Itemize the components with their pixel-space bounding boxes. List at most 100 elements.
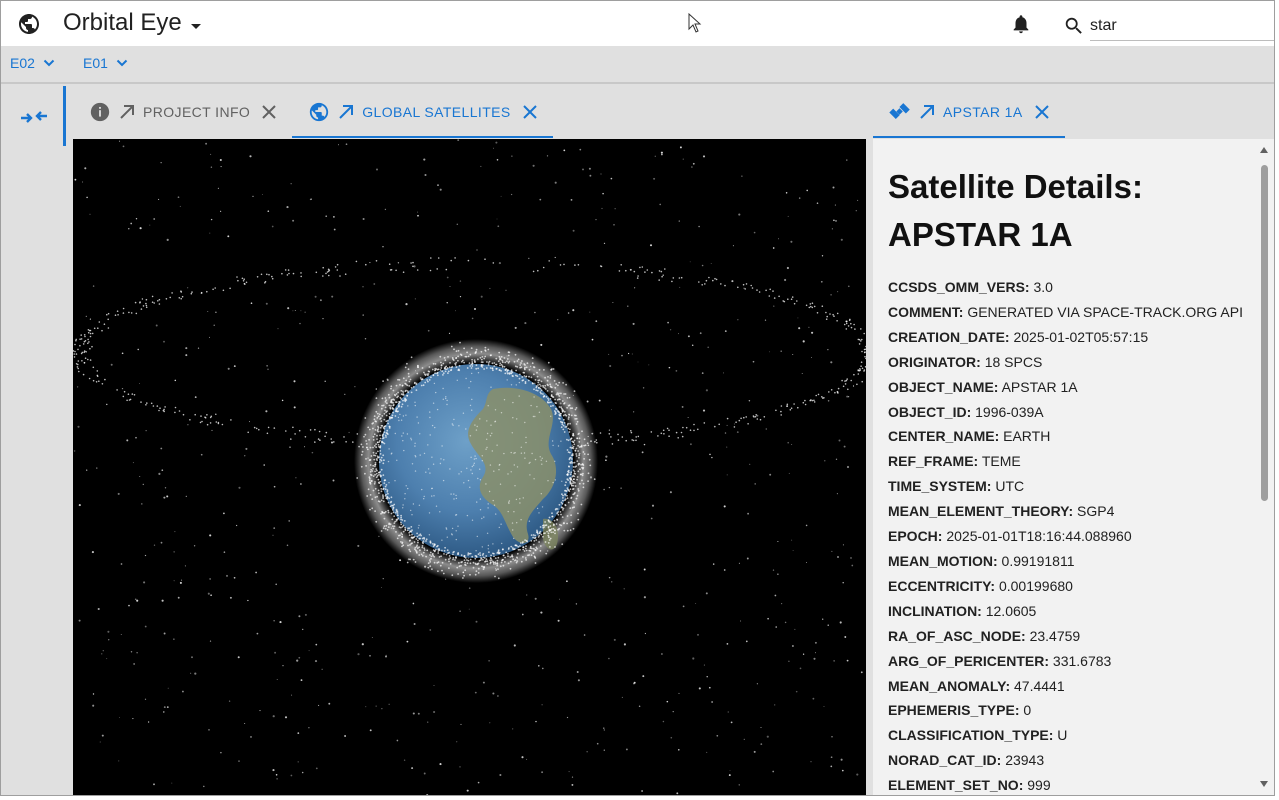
detail-value: EARTH: [999, 428, 1051, 445]
detail-value: 2025-01-02T05:57:15: [1009, 328, 1149, 345]
dropdown-e02[interactable]: E02: [10, 55, 55, 71]
scroll-thumb[interactable]: [1261, 165, 1268, 501]
detail-key: NORAD_CAT_ID:: [888, 752, 1002, 769]
detail-value: 18 SPCS: [980, 353, 1043, 370]
detail-row: CENTER_NAME: EARTH: [888, 424, 1253, 449]
notification-bell-icon[interactable]: [1010, 13, 1032, 35]
right-tab-bar: APSTAR 1A: [873, 86, 1065, 138]
vertical-scrollbar[interactable]: [1258, 143, 1268, 793]
detail-key: ELEMENT_SET_NO:: [888, 777, 1024, 794]
detail-value: APSTAR 1A: [998, 378, 1078, 395]
detail-row: ELEMENT_SET_NO: 999: [888, 773, 1253, 795]
chevron-down-icon: [116, 59, 128, 67]
detail-row: CLASSIFICATION_TYPE: U: [888, 723, 1253, 748]
right-panel: APSTAR 1A Satellite Details: APSTAR 1A C…: [873, 86, 1274, 795]
detail-value: 2025-01-01T18:16:44.088960: [942, 528, 1132, 545]
detail-key: INCLINATION:: [888, 602, 982, 619]
detail-row: MEAN_ELEMENT_THEORY: SGP4: [888, 499, 1253, 524]
dropdown-label: E01: [83, 55, 108, 71]
detail-row: ARG_OF_PERICENTER: 331.6783: [888, 649, 1253, 674]
detail-row: REF_FRAME: TEME: [888, 449, 1253, 474]
detail-row: EPHEMERIS_TYPE: 0: [888, 698, 1253, 723]
detail-key: EPHEMERIS_TYPE:: [888, 702, 1020, 719]
scroll-up-arrow-icon[interactable]: [1259, 145, 1269, 155]
close-icon[interactable]: [521, 103, 539, 121]
tab-global-satellites[interactable]: GLOBAL SATELLITES: [292, 86, 554, 138]
detail-key: OBJECT_ID:: [888, 403, 972, 420]
detail-key: MEAN_MOTION:: [888, 552, 998, 569]
detail-row: RA_OF_ASC_NODE: 23.4759: [888, 624, 1253, 649]
rail-accent-divider: [63, 86, 66, 146]
filter-bar: E02 E01: [1, 46, 1274, 84]
space-scene: [73, 139, 866, 795]
detail-value: 0: [1019, 702, 1032, 719]
detail-value: 1996-039A: [971, 403, 1044, 420]
top-app-bar: Orbital Eye: [1, 1, 1274, 46]
detail-key: ORIGINATOR:: [888, 353, 981, 370]
detail-value: U: [1053, 727, 1068, 744]
detail-row: TIME_SYSTEM: UTC: [888, 474, 1253, 499]
detail-key: CENTER_NAME:: [888, 428, 1000, 445]
detail-row: EPOCH: 2025-01-01T18:16:44.088960: [888, 524, 1253, 549]
detail-value: 0.99191811: [997, 552, 1075, 569]
tab-label: PROJECT INFO: [143, 104, 251, 120]
tab-label: APSTAR 1A: [943, 104, 1023, 120]
open-in-new-arrow-icon[interactable]: [336, 102, 356, 122]
detail-value: TEME: [978, 453, 1021, 470]
detail-value: 23.4759: [1025, 627, 1081, 644]
detail-row: COMMENT: GENERATED VIA SPACE-TRACK.ORG A…: [888, 300, 1253, 325]
app-title[interactable]: Orbital Eye: [63, 9, 182, 37]
detail-key: EPOCH:: [888, 528, 943, 545]
info-icon: [90, 102, 110, 122]
detail-key: MEAN_ELEMENT_THEORY:: [888, 503, 1074, 520]
detail-key: RA_OF_ASC_NODE:: [888, 627, 1026, 644]
detail-value: 12.0605: [981, 602, 1037, 619]
close-icon[interactable]: [260, 103, 278, 121]
search-input[interactable]: [1090, 11, 1274, 41]
app-window: Orbital Eye E02 E01: [0, 0, 1275, 796]
detail-key: OBJECT_NAME:: [888, 378, 999, 395]
detail-row: ECCENTRICITY: 0.00199680: [888, 574, 1253, 599]
globe-icon[interactable]: [17, 12, 41, 36]
open-in-new-arrow-icon[interactable]: [117, 102, 137, 122]
satellite-icon: [889, 103, 910, 120]
details-title: Satellite Details: APSTAR 1A: [888, 168, 1143, 253]
close-icon[interactable]: [1033, 103, 1051, 121]
details-field-list: CCSDS_OMM_VERS: 3.0 COMMENT: GENERATED VI…: [888, 275, 1253, 795]
detail-row: INCLINATION: 12.0605: [888, 599, 1253, 624]
dropdown-e01[interactable]: E01: [83, 55, 128, 71]
tab-project-info[interactable]: PROJECT INFO: [73, 86, 292, 138]
tab-label: GLOBAL SATELLITES: [362, 104, 511, 120]
detail-value: 47.4441: [1010, 677, 1065, 694]
detail-row: NORAD_CAT_ID: 23943: [888, 748, 1253, 773]
mouse-cursor-icon: [688, 13, 702, 33]
dropdown-label: E02: [10, 55, 35, 71]
collapse-panels-icon[interactable]: [19, 105, 49, 129]
detail-key: ECCENTRICITY:: [888, 577, 996, 594]
caret-down-icon[interactable]: [189, 21, 203, 31]
satellite-details-pane[interactable]: Satellite Details: APSTAR 1A CCSDS_OMM_V…: [873, 139, 1274, 795]
detail-key: CCSDS_OMM_VERS:: [888, 279, 1030, 295]
tab-apstar-1a[interactable]: APSTAR 1A: [873, 86, 1065, 138]
chevron-down-icon: [43, 59, 55, 67]
detail-row: MEAN_MOTION: 0.99191811: [888, 549, 1253, 574]
detail-key: COMMENT:: [888, 303, 964, 320]
satellite-globe-viewport[interactable]: [73, 139, 866, 795]
detail-key: REF_FRAME:: [888, 453, 979, 470]
detail-value: UTC: [991, 478, 1025, 495]
detail-row: OBJECT_NAME: APSTAR 1A: [888, 375, 1253, 400]
open-in-new-arrow-icon[interactable]: [917, 102, 937, 122]
detail-row: ORIGINATOR: 18 SPCS: [888, 350, 1253, 375]
detail-key: ARG_OF_PERICENTER:: [888, 652, 1050, 669]
left-rail: [1, 86, 65, 795]
detail-value: 999: [1023, 777, 1051, 794]
detail-key: TIME_SYSTEM:: [888, 478, 992, 495]
search-icon: [1065, 17, 1082, 34]
detail-row: CCSDS_OMM_VERS: 3.0: [888, 275, 1253, 300]
detail-value: 23943: [1001, 752, 1045, 769]
detail-value: GENERATED VIA SPACE-TRACK.ORG API: [963, 303, 1243, 320]
detail-value: SGP4: [1073, 503, 1115, 520]
detail-value: 0.00199680: [995, 577, 1073, 594]
scroll-down-arrow-icon[interactable]: [1259, 779, 1269, 789]
detail-key: CREATION_DATE:: [888, 328, 1010, 345]
